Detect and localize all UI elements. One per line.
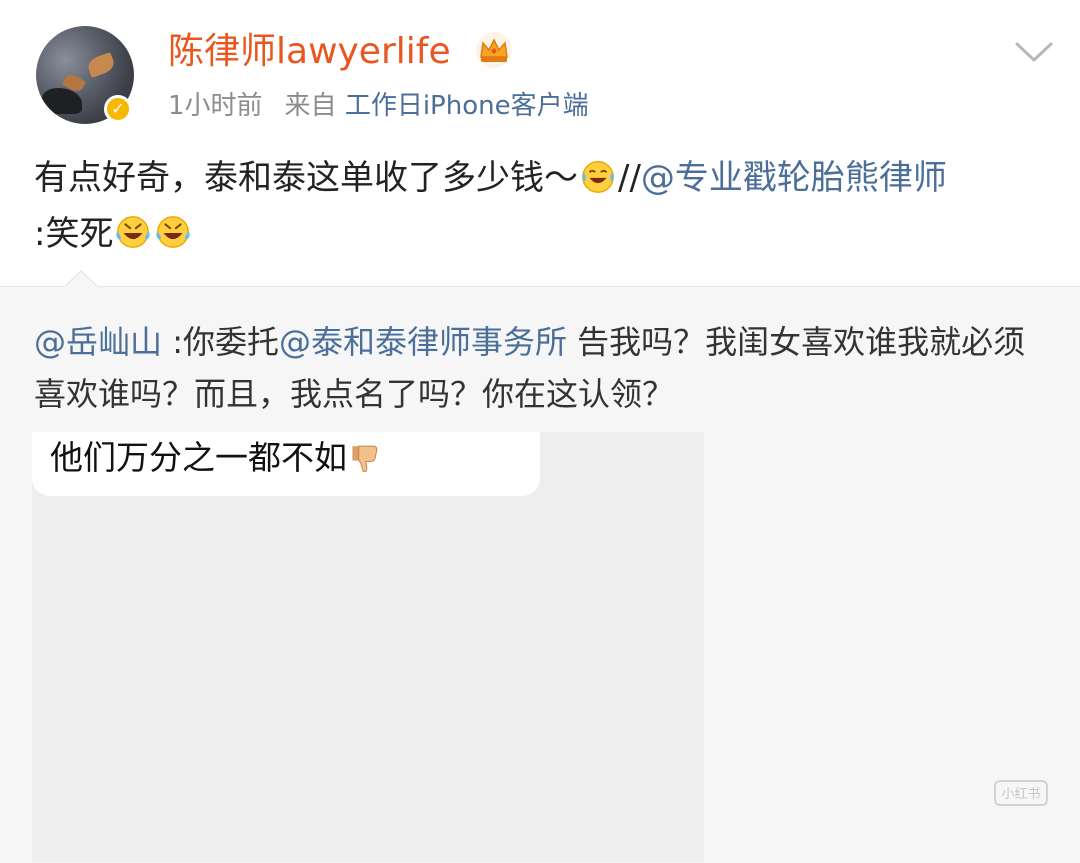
crown-icon[interactable]: [474, 30, 514, 70]
repost-separator: //: [618, 158, 641, 198]
post-source[interactable]: 工作日iPhone客户端: [345, 91, 589, 121]
avatar-shape: [42, 88, 82, 114]
repost-text-part: :你委托: [162, 323, 279, 361]
post-header: ✓ 陈律师lawyerlife 1小时前 来自 工作日iPhone客户端: [0, 0, 1080, 130]
watermark: 小红书: [994, 780, 1048, 806]
verified-badge-icon: ✓: [104, 95, 132, 123]
repost-text: @岳屾山 :你委托@泰和泰律师事务所 告我吗？我闺女喜欢谁我就必须喜欢谁吗？而且…: [34, 316, 1054, 420]
thumbs-down-emoji: [352, 445, 378, 473]
post-text: 有点好奇，泰和泰这单收了多少钱～ //@专业戳轮胎熊律师 :笑死: [34, 150, 1044, 262]
rolling-laugh-emoji: [156, 216, 191, 248]
bubble-text: 他们万分之一都不如: [50, 438, 347, 477]
post-text-part: 有点好奇，泰和泰这单收了多少钱～: [34, 158, 578, 198]
laughing-tears-emoji: [582, 161, 614, 193]
avatar-leaf: [85, 52, 117, 78]
post-time: 1小时前: [168, 91, 263, 121]
mention-link[interactable]: @泰和泰律师事务所: [279, 323, 567, 361]
repost-author-link[interactable]: @岳屾山: [34, 323, 162, 361]
rolling-laugh-emoji: [116, 216, 151, 248]
source-prefix: 来自: [284, 91, 337, 121]
repost-notch: [64, 270, 98, 288]
repost-image[interactable]: [32, 432, 704, 862]
chat-bubble-text: 他们万分之一都不如: [50, 433, 383, 483]
post-meta: 1小时前 来自 工作日iPhone客户端: [168, 86, 589, 126]
chevron-down-icon[interactable]: [1012, 36, 1056, 66]
mention-link[interactable]: @专业戳轮胎熊律师: [641, 158, 947, 198]
username[interactable]: 陈律师lawyerlife: [168, 28, 451, 76]
post-text-part: :笑死: [34, 214, 114, 254]
